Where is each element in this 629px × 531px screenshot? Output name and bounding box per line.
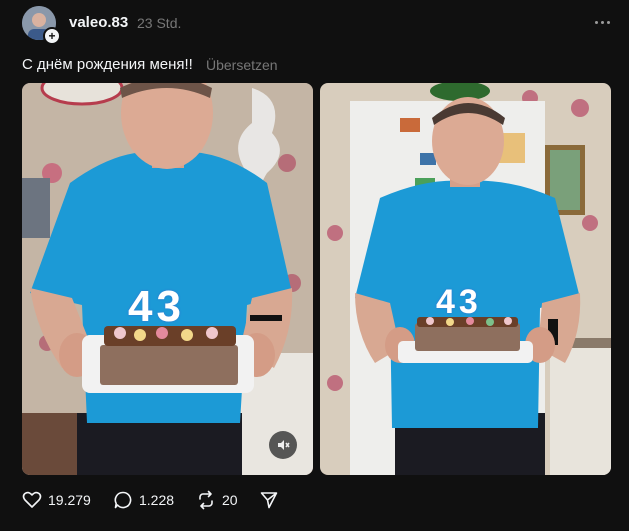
like-count: 19.279 [48, 492, 91, 508]
post-photo-2[interactable] [320, 83, 611, 475]
share-button[interactable] [259, 489, 279, 511]
post-photo-1[interactable] [22, 83, 313, 475]
mute-icon[interactable] [269, 431, 297, 459]
more-icon[interactable] [590, 12, 614, 32]
repost-icon [199, 490, 213, 510]
translate-link[interactable]: Übersetzen [206, 57, 278, 73]
post: + valeo.83 23 Std. С днём рождения меня!… [0, 0, 629, 531]
candle-number-2: 43 [436, 283, 482, 321]
like-button[interactable]: 19.279 [22, 489, 91, 511]
follow-plus-icon[interactable]: + [43, 27, 61, 45]
heart-icon [22, 491, 42, 508]
reply-count: 1.228 [139, 492, 175, 508]
candle-number: 43 [128, 282, 185, 331]
repost-button[interactable]: 20 [196, 489, 238, 511]
username[interactable]: valeo.83 [69, 14, 128, 31]
reply-button[interactable]: 1.228 [113, 489, 174, 511]
comment-icon [114, 491, 132, 509]
timestamp[interactable]: 23 Std. [137, 15, 181, 31]
post-caption: С днём рождения меня!! [22, 56, 193, 73]
send-icon [260, 492, 278, 509]
repost-count: 20 [222, 492, 238, 508]
